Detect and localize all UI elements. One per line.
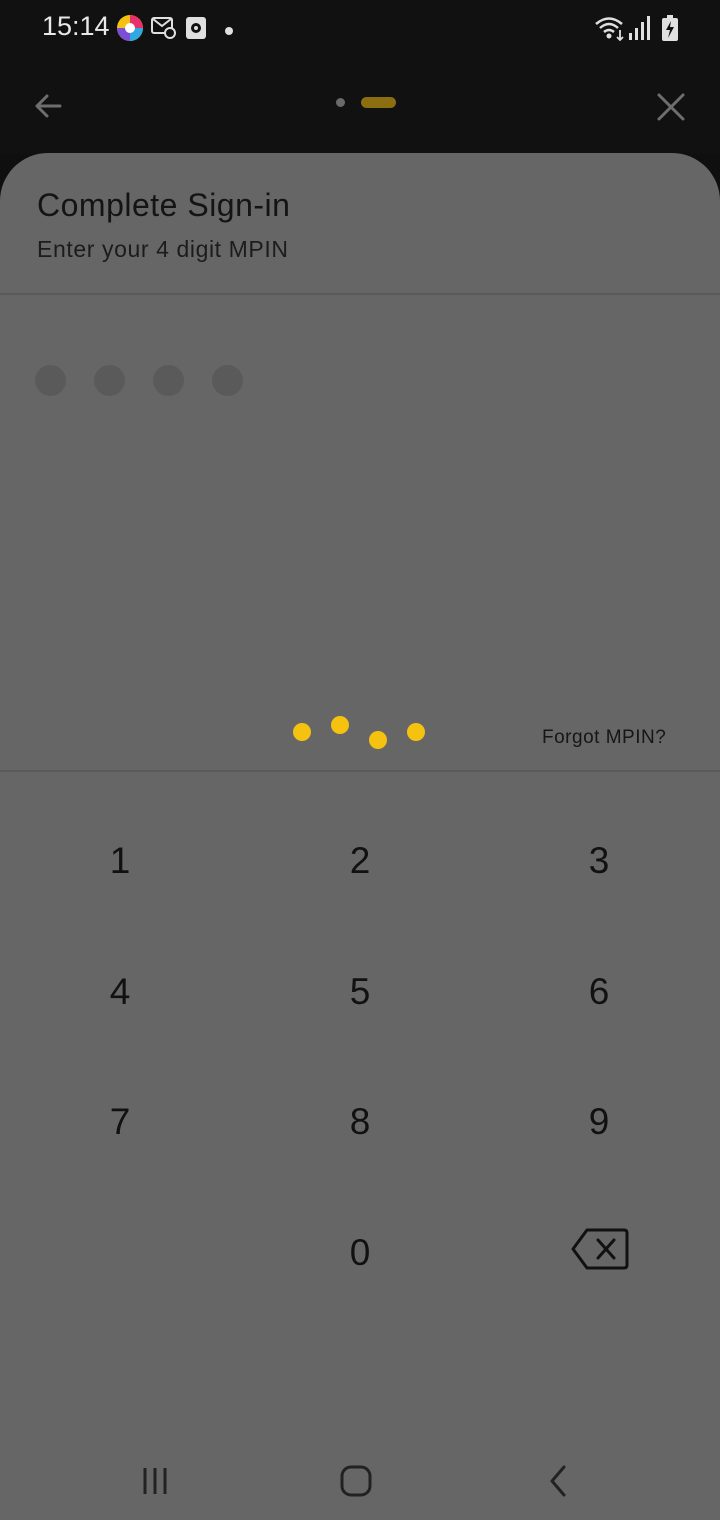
key-6[interactable]: 6 bbox=[499, 937, 699, 1047]
backspace-button[interactable] bbox=[560, 1221, 640, 1281]
pin-digit-1 bbox=[35, 365, 66, 396]
arrow-left-icon[interactable] bbox=[28, 86, 68, 126]
divider bbox=[0, 770, 720, 772]
battery-charging-icon bbox=[661, 14, 679, 47]
pin-digit-2 bbox=[94, 365, 125, 396]
system-back-icon[interactable] bbox=[538, 1461, 578, 1501]
key-9[interactable]: 9 bbox=[499, 1067, 699, 1177]
key-8[interactable]: 8 bbox=[260, 1067, 460, 1177]
screen-recorder-icon bbox=[185, 16, 207, 45]
page-subtitle: Enter your 4 digit MPIN bbox=[37, 236, 289, 262]
forgot-mpin-link[interactable]: Forgot MPIN? bbox=[542, 727, 666, 749]
recent-apps-icon[interactable] bbox=[135, 1461, 175, 1501]
home-icon[interactable] bbox=[336, 1461, 376, 1501]
wifi-icon bbox=[594, 15, 626, 46]
signal-icon bbox=[628, 15, 652, 46]
top-nav bbox=[0, 56, 720, 154]
key-4[interactable]: 4 bbox=[20, 937, 220, 1047]
step-indicator-2-active bbox=[361, 97, 396, 108]
key-7[interactable]: 7 bbox=[20, 1067, 220, 1177]
status-time: 15:14 bbox=[42, 11, 110, 41]
loading-dot bbox=[331, 716, 349, 734]
status-bar: 15:14 bbox=[0, 0, 720, 56]
system-nav-bar bbox=[0, 1437, 720, 1520]
pin-digit-3 bbox=[153, 365, 184, 396]
close-icon[interactable] bbox=[650, 86, 692, 128]
loading-dot bbox=[407, 723, 425, 741]
backspace-icon bbox=[570, 1227, 630, 1276]
mail-settings-icon bbox=[151, 16, 177, 45]
key-2[interactable]: 2 bbox=[260, 806, 460, 916]
notification-dot-icon bbox=[224, 23, 234, 41]
page-title: Complete Sign-in bbox=[37, 187, 291, 223]
signin-sheet: Complete Sign-in Enter your 4 digit MPIN… bbox=[0, 153, 720, 1437]
key-1[interactable]: 1 bbox=[20, 806, 220, 916]
key-5[interactable]: 5 bbox=[260, 937, 460, 1047]
divider bbox=[0, 293, 720, 295]
loading-dot bbox=[369, 731, 387, 749]
pinwheel-app-icon bbox=[116, 14, 144, 47]
pin-digit-4 bbox=[212, 365, 243, 396]
key-3[interactable]: 3 bbox=[499, 806, 699, 916]
step-indicator-1 bbox=[336, 98, 345, 107]
loading-dot bbox=[293, 723, 311, 741]
key-0[interactable]: 0 bbox=[260, 1198, 460, 1308]
